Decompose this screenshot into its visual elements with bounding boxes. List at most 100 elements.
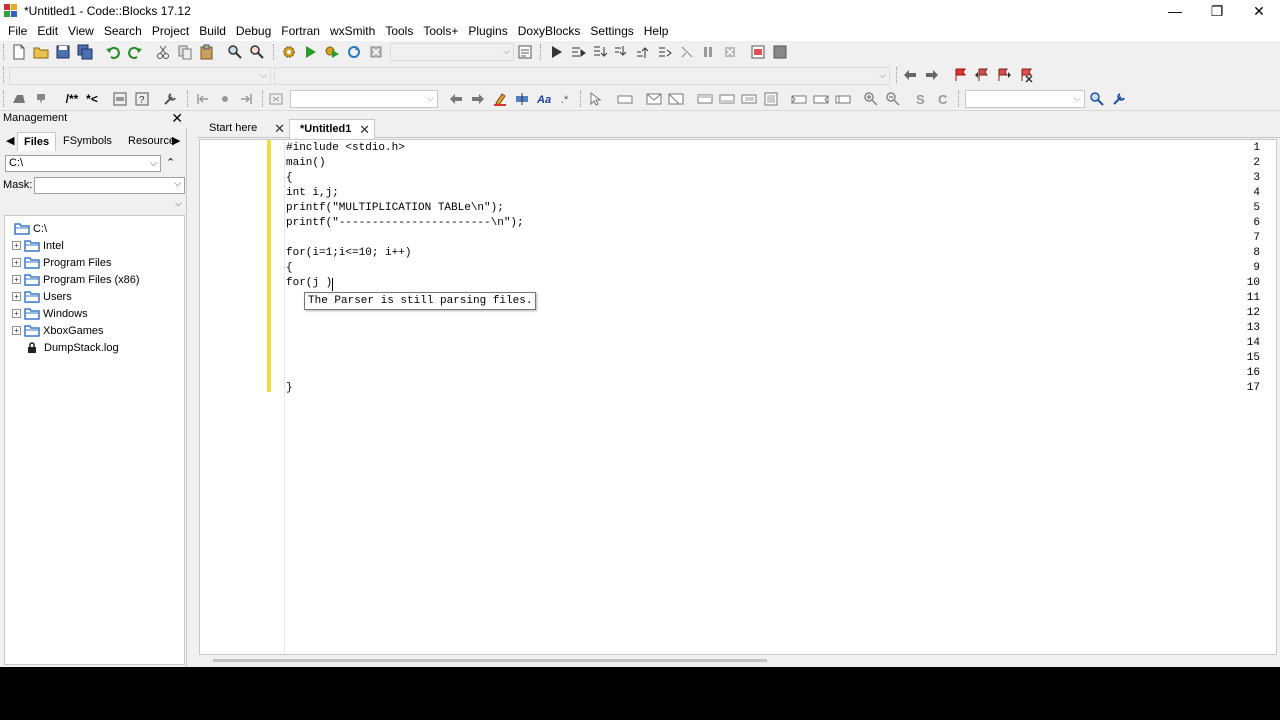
mask-dropdown-icon[interactable]: ⌵ <box>174 178 181 189</box>
menu-tools-plus[interactable]: Tools+ <box>418 22 463 41</box>
scrollbar-thumb[interactable] <box>213 659 767 662</box>
find-icon[interactable] <box>227 44 243 60</box>
nassi-while-icon[interactable] <box>697 91 713 107</box>
horizontal-scrollbar[interactable] <box>199 656 1277 666</box>
pause-icon[interactable] <box>700 44 716 60</box>
nassi-block-icon[interactable] <box>763 91 779 107</box>
tab-untitled1[interactable]: *Untitled1 ✕ <box>289 119 375 139</box>
expand-icon[interactable]: + <box>12 292 21 301</box>
debug-info-icon[interactable] <box>772 44 788 60</box>
fold-margin[interactable] <box>271 140 285 654</box>
step-into-instruction-icon[interactable] <box>679 44 695 60</box>
regex-icon[interactable]: .* <box>558 91 574 107</box>
symbol-search-icon[interactable] <box>1089 91 1105 107</box>
build-gear-icon[interactable] <box>281 44 297 60</box>
target-settings-icon[interactable] <box>517 44 533 60</box>
open-folder-icon[interactable] <box>33 44 49 60</box>
filter-dropdown-icon[interactable]: ⌵ <box>175 198 182 209</box>
match-case-icon[interactable]: Aa <box>536 91 554 107</box>
expand-icon[interactable]: + <box>12 326 21 335</box>
run-to-cursor-icon[interactable] <box>570 44 586 60</box>
menu-project[interactable]: Project <box>147 22 194 41</box>
menu-search[interactable]: Search <box>99 22 147 41</box>
expand-icon[interactable]: + <box>12 275 21 284</box>
tree-item[interactable]: + Windows <box>12 305 88 322</box>
expand-icon[interactable]: + <box>12 241 21 250</box>
nassi-return-icon[interactable] <box>835 91 851 107</box>
close-tab-icon[interactable]: ✕ <box>274 119 285 138</box>
build-target-combo[interactable]: ⌵ <box>390 43 514 61</box>
code-line[interactable]: #include <stdio.h> <box>286 142 405 154</box>
nassi-instruction-icon[interactable] <box>617 91 633 107</box>
jump-forward-icon[interactable] <box>924 67 940 83</box>
menu-build[interactable]: Build <box>194 22 231 41</box>
code-line[interactable]: printf("MULTIPLICATION TABLe\n"); <box>286 202 504 214</box>
tab-start-here[interactable]: Start here ✕ <box>199 119 289 139</box>
expand-icon[interactable]: + <box>12 309 21 318</box>
incremental-search-input[interactable]: ⌵ <box>290 90 438 108</box>
menu-edit[interactable]: Edit <box>32 22 63 41</box>
nassi-switch-icon[interactable] <box>668 91 684 107</box>
redo-icon[interactable] <box>127 44 143 60</box>
search-next-icon[interactable] <box>470 91 486 107</box>
abort-icon[interactable] <box>368 44 384 60</box>
management-close-icon[interactable]: ✕ <box>171 110 183 127</box>
html-docs-icon[interactable] <box>112 91 128 107</box>
code-editor[interactable]: 1 2 3 4 5 6 7 8 9 10 11 12 13 14 15 16 1… <box>199 139 1277 655</box>
export-c-icon[interactable]: C <box>935 91 951 107</box>
path-combo[interactable]: C:\ ⌵ <box>5 155 161 172</box>
tree-item[interactable]: + Users <box>12 288 72 305</box>
scope-combo[interactable]: ⌵ <box>9 67 271 85</box>
tree-item[interactable]: + XboxGames <box>12 322 104 339</box>
rebuild-icon[interactable] <box>346 44 362 60</box>
debug-continue-icon[interactable] <box>548 44 564 60</box>
doxy-config-wrench-icon[interactable] <box>162 91 178 107</box>
nassi-break-icon[interactable] <box>791 91 807 107</box>
mask-combo[interactable]: ⌵ <box>34 177 185 194</box>
next-bookmark-icon[interactable] <box>996 67 1012 83</box>
code-line[interactable]: } <box>286 382 293 394</box>
stop-debug-icon[interactable] <box>722 44 738 60</box>
prev-bookmark-icon[interactable] <box>974 67 990 83</box>
highlight-icon[interactable] <box>492 91 508 107</box>
tabs-scroll-left-icon[interactable]: ◀ <box>4 132 16 151</box>
build-run-icon[interactable] <box>324 44 340 60</box>
path-dropdown-icon[interactable]: ⌵ <box>150 156 157 171</box>
tabs-scroll-right-icon[interactable]: ▶ <box>170 132 182 151</box>
menu-view[interactable]: View <box>63 22 99 41</box>
toggle-bookmark-icon[interactable] <box>952 67 968 83</box>
menu-settings[interactable]: Settings <box>585 22 638 41</box>
first-line-icon[interactable] <box>195 91 211 107</box>
debug-windows-icon[interactable] <box>750 44 766 60</box>
block-comment-button[interactable]: /** <box>61 91 83 107</box>
copy-icon[interactable] <box>177 44 193 60</box>
next-line-icon[interactable] <box>592 44 608 60</box>
panel-splitter[interactable] <box>187 111 197 667</box>
paste-icon[interactable] <box>199 44 215 60</box>
step-out-icon[interactable] <box>635 44 651 60</box>
close-tab-icon[interactable]: ✕ <box>359 120 370 139</box>
current-line-icon[interactable] <box>217 91 233 107</box>
jump-back-icon[interactable] <box>902 67 918 83</box>
menu-wxsmith[interactable]: wxSmith <box>325 22 380 41</box>
menu-help[interactable]: Help <box>639 22 674 41</box>
tree-item[interactable]: + Program Files <box>12 254 111 271</box>
chm-help-icon[interactable]: ? <box>134 91 150 107</box>
line-comment-button[interactable]: *< <box>83 91 101 107</box>
menu-fortran[interactable]: Fortran <box>276 22 325 41</box>
selected-text-only-icon[interactable] <box>514 91 530 107</box>
save-all-icon[interactable] <box>77 44 93 60</box>
last-line-icon[interactable] <box>238 91 254 107</box>
code-line[interactable]: printf("-----------------------\n"); <box>286 217 524 229</box>
tree-item[interactable]: + Program Files (x86) <box>12 271 140 288</box>
save-icon[interactable] <box>55 44 71 60</box>
replace-icon[interactable] <box>249 44 265 60</box>
maximize-button[interactable]: ❐ <box>1196 0 1238 22</box>
clear-search-icon[interactable] <box>268 91 284 107</box>
tab-fsymbols[interactable]: FSymbols <box>57 132 118 151</box>
symbol-search-input[interactable]: ⌵ <box>965 90 1085 108</box>
run-icon[interactable] <box>302 44 318 60</box>
doxywizard-icon[interactable] <box>11 91 27 107</box>
tree-item[interactable]: DumpStack.log <box>22 339 119 356</box>
symbol-settings-icon[interactable] <box>1111 91 1127 107</box>
